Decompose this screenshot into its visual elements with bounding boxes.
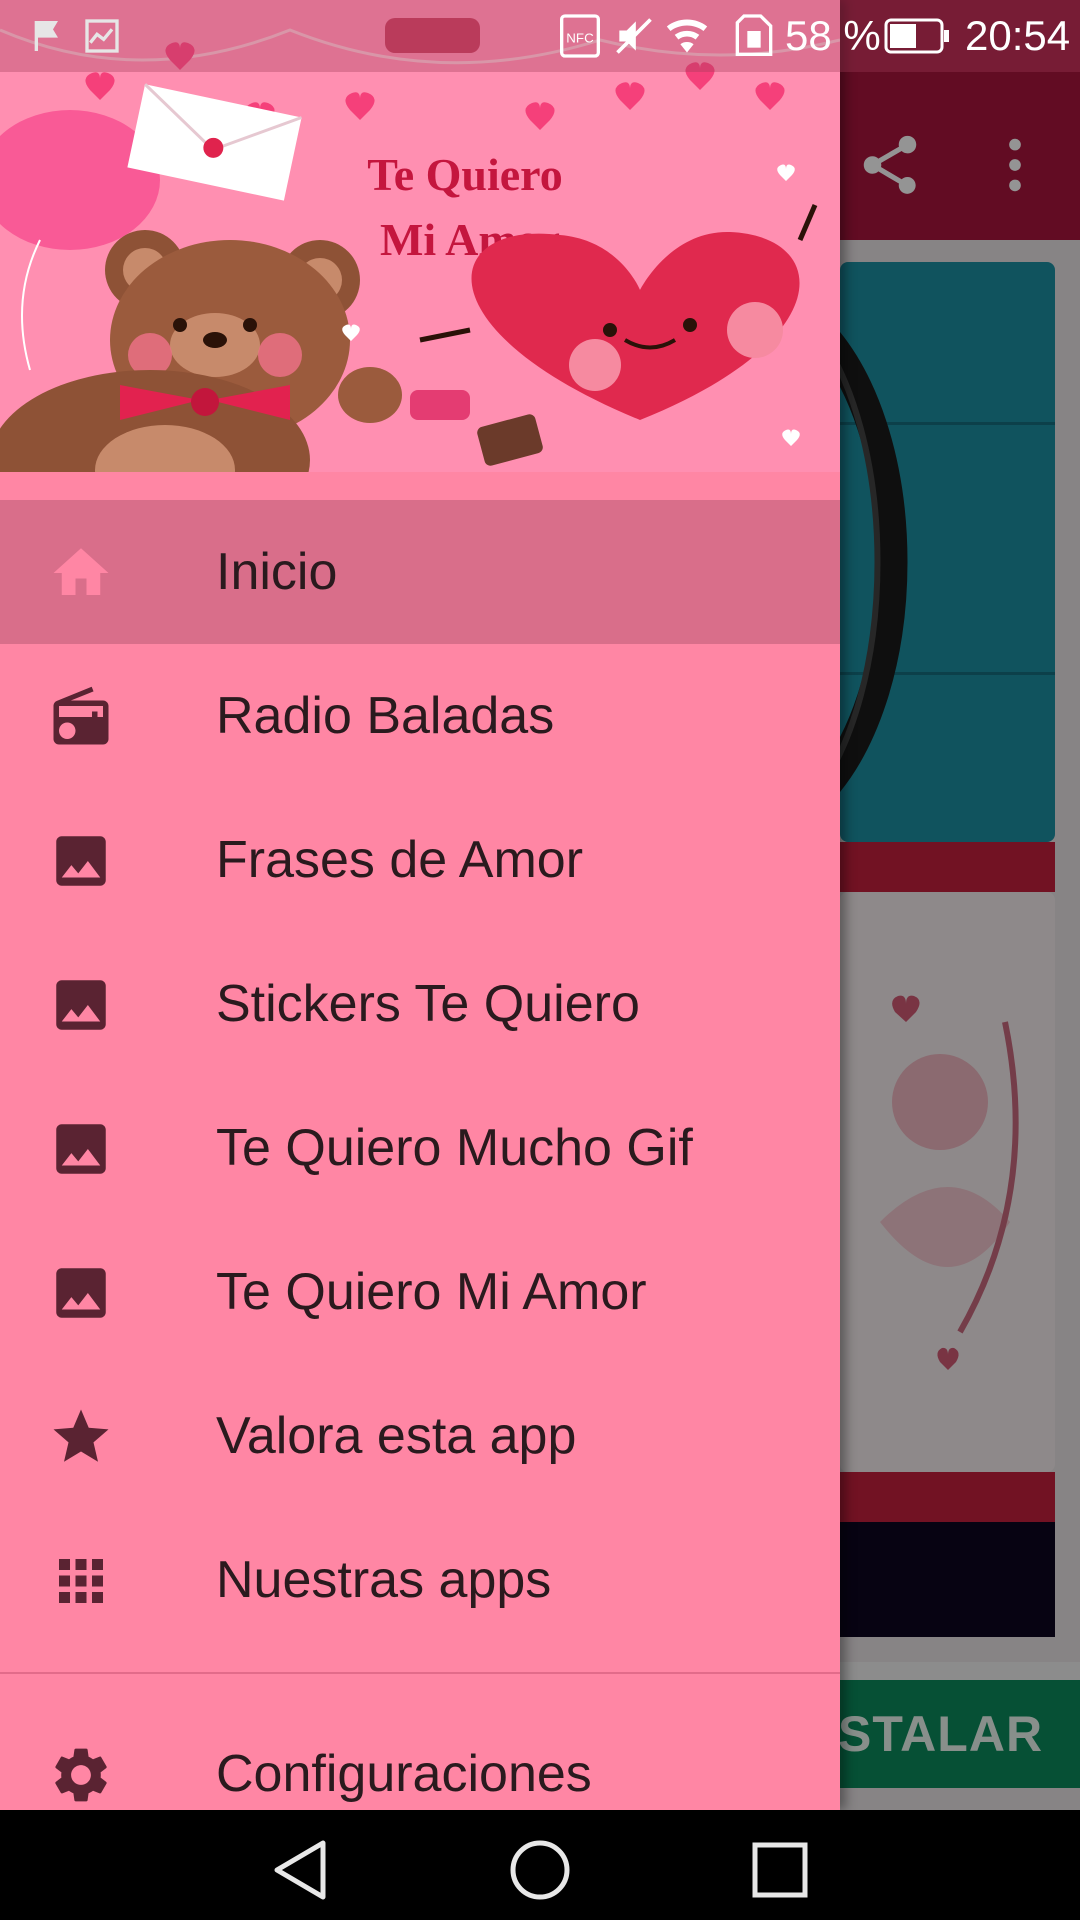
- image-icon: [56, 1124, 106, 1174]
- home-icon: [53, 548, 109, 595]
- menu-label: Frases de Amor: [216, 831, 584, 889]
- menu-label: Inicio: [216, 543, 338, 601]
- svg-text:Te Quiero: Te Quiero: [367, 149, 563, 200]
- menu-item-valora-esta-app[interactable]: Valora esta app: [0, 1364, 840, 1508]
- home-nav-icon[interactable]: [505, 1835, 575, 1905]
- menu-label: Stickers Te Quiero: [216, 975, 640, 1033]
- nfc-icon: NFC: [560, 14, 600, 58]
- recents-icon[interactable]: [745, 1835, 815, 1905]
- image-icon: [56, 980, 106, 1030]
- status-bar: NFC 58 % 20:54: [0, 0, 1080, 72]
- menu-label: Nuestras apps: [216, 1551, 552, 1609]
- menu-item-configuraciones[interactable]: Configuraciones: [0, 1702, 840, 1810]
- sim-icon: [735, 14, 773, 56]
- drawer-divider: [0, 1672, 840, 1674]
- system-navigation-bar: [0, 1810, 1080, 1920]
- menu-item-nuestras-apps[interactable]: Nuestras apps: [0, 1508, 840, 1652]
- menu-label: Te Quiero Mi Amor: [216, 1263, 647, 1321]
- notification-icon: [34, 21, 58, 51]
- back-icon[interactable]: [265, 1835, 335, 1905]
- star-icon: [53, 1409, 109, 1462]
- battery-percent: 58 %: [785, 12, 881, 59]
- menu-item-inicio[interactable]: Inicio: [0, 500, 840, 644]
- chart-icon: [85, 19, 119, 53]
- clock: 20:54: [965, 12, 1071, 59]
- image-icon: [56, 836, 106, 886]
- grid-apps-icon: [59, 1559, 103, 1603]
- menu-label: Te Quiero Mucho Gif: [216, 1119, 693, 1177]
- menu-item-te-quiero-mi-amor[interactable]: Te Quiero Mi Amor: [0, 1220, 840, 1364]
- menu-label: Radio Baladas: [216, 687, 555, 745]
- menu-item-te-quiero-mucho-gif[interactable]: Te Quiero Mucho Gif: [0, 1076, 840, 1220]
- svg-text:NFC: NFC: [566, 31, 594, 46]
- menu-label: Configuraciones: [216, 1745, 592, 1803]
- mute-icon: [616, 18, 652, 54]
- battery-icon: [884, 18, 949, 54]
- gear-icon: [55, 1748, 107, 1802]
- radio-icon: [53, 686, 109, 745]
- wifi-icon: [666, 19, 708, 53]
- navigation-drawer: Te Quiero Mi Amor Inicio Radio Baladas F…: [0, 0, 840, 1810]
- menu-item-frases-de-amor[interactable]: Frases de Amor: [0, 788, 840, 932]
- menu-item-stickers-te-quiero[interactable]: Stickers Te Quiero: [0, 932, 840, 1076]
- image-icon: [56, 1268, 106, 1318]
- menu-item-radio-baladas[interactable]: Radio Baladas: [0, 644, 840, 788]
- menu-label: Valora esta app: [216, 1407, 577, 1465]
